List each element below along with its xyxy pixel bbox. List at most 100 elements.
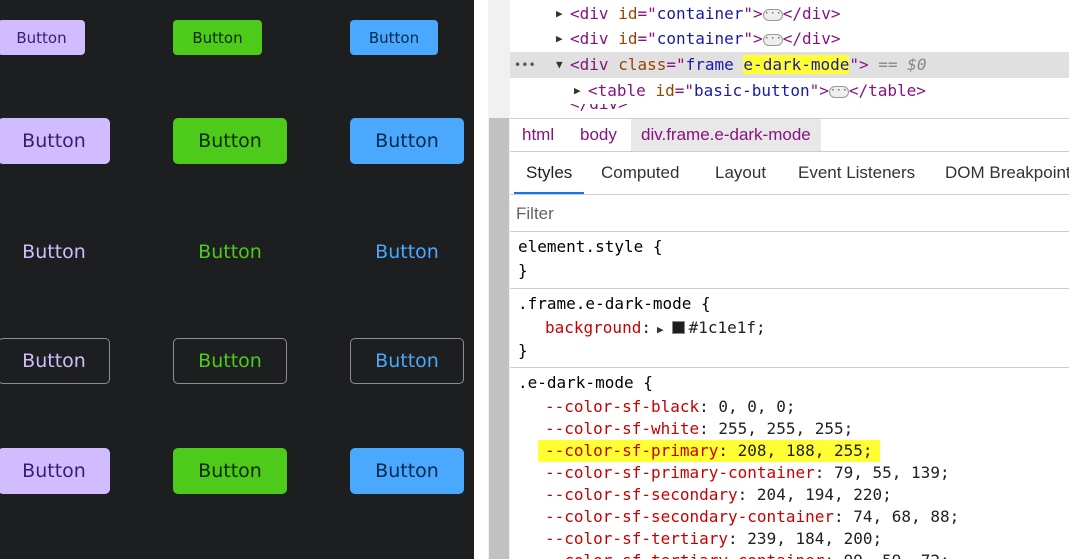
attr-value: container <box>656 29 744 48</box>
declaration-background[interactable]: background: ▶ #1c1e1f; <box>545 317 766 339</box>
more-actions-icon[interactable]: ••• <box>514 52 536 78</box>
end-tag: </table> <box>848 81 926 100</box>
tag-name: div <box>579 4 609 23</box>
preview-button-small[interactable]: Button <box>350 20 438 55</box>
dom-node-container-1[interactable]: ▶ <div id="container">···</div> <box>510 1 1069 27</box>
ellipsis-icon[interactable]: ··· <box>828 85 849 98</box>
expand-triangle-icon[interactable]: ▶ <box>556 1 563 27</box>
breadcrumb-div-frame[interactable]: div.frame.e-dark-mode <box>631 119 821 151</box>
expand-triangle-icon[interactable]: ▶ <box>574 78 581 104</box>
property-value[interactable]: #1c1e1f <box>689 318 756 337</box>
property-value[interactable]: 208, 188, 255 <box>738 441 863 460</box>
color-swatch-icon[interactable] <box>671 321 685 334</box>
tag-close: "> <box>809 81 829 100</box>
filter-bar <box>510 196 1069 232</box>
semicolon: ; <box>949 507 960 526</box>
scrollbar-thumb[interactable] <box>489 118 509 559</box>
end-tag: </div> <box>782 29 841 48</box>
declaration-custom-property[interactable]: --color-sf-secondary-container: 74, 68, … <box>545 506 959 528</box>
attr-name: id <box>618 4 638 23</box>
preview-button-flat[interactable]: Button <box>0 229 110 275</box>
rule-close-brace: } <box>518 261 528 280</box>
declaration-custom-property[interactable]: --color-sf-black: 0, 0, 0; <box>545 396 795 418</box>
tab-dom-breakpoints[interactable]: DOM Breakpoints <box>945 152 1069 194</box>
property-name[interactable]: --color-sf-black <box>545 397 699 416</box>
dom-node-container-2[interactable]: ▶ <div id="container">···</div> <box>510 26 1069 52</box>
semicolon: ; <box>756 318 766 337</box>
preview-button-outline[interactable]: Button <box>350 338 464 384</box>
expand-triangle-icon[interactable]: ▶ <box>657 323 664 336</box>
attr-value: frame <box>685 55 744 74</box>
expand-triangle-icon[interactable]: ▶ <box>556 26 563 52</box>
pane-splitter[interactable] <box>474 0 488 559</box>
preview-button-small[interactable]: Button <box>0 20 85 55</box>
preview-button-big[interactable]: Button <box>350 118 464 164</box>
declaration-custom-property[interactable]: --color-sf-primary-container: 79, 55, 13… <box>545 462 950 484</box>
tag-name: div <box>579 55 609 74</box>
colon: : <box>814 463 834 482</box>
ellipsis-icon[interactable]: ··· <box>762 33 783 46</box>
property-name[interactable]: --color-sf-primary <box>545 441 718 460</box>
property-value[interactable]: 79, 55, 139 <box>834 463 940 482</box>
end-tag: </div> <box>782 4 841 23</box>
button-preview-pane: Button Button Button Button Button Button Butt… <box>0 0 474 559</box>
preview-button-big[interactable]: Button <box>0 118 110 164</box>
collapse-triangle-icon[interactable]: ▼ <box>556 52 563 78</box>
declaration-custom-property[interactable]: --color-sf-primary: 208, 188, 255; <box>538 440 880 462</box>
property-name[interactable]: --color-sf-tertiary <box>545 529 728 548</box>
preview-button-big[interactable]: Button <box>0 448 110 494</box>
colon: : <box>718 441 738 460</box>
tab-layout[interactable]: Layout <box>715 152 766 194</box>
declaration-custom-property[interactable]: --color-sf-tertiary: 239, 184, 200; <box>545 528 882 550</box>
preview-button-flat[interactable]: Button <box>350 229 464 275</box>
property-value[interactable]: 0, 0, 0 <box>718 397 785 416</box>
ellipsis-icon[interactable]: ··· <box>762 8 783 21</box>
semicolon: ; <box>882 485 892 504</box>
rule-selector[interactable]: element.style { <box>518 236 663 258</box>
tab-computed[interactable]: Computed <box>601 152 679 194</box>
rule-close-brace: } <box>518 341 528 360</box>
property-name[interactable]: --color-sf-tertiary-container <box>545 551 824 559</box>
preview-button-outline[interactable]: Button <box>0 338 110 384</box>
tag-open: < <box>570 55 580 74</box>
property-value[interactable]: 255, 255, 255 <box>718 419 843 438</box>
dom-node-closing-div[interactable]: </div> <box>510 104 1069 118</box>
dom-node-frame-selected[interactable]: ••• ▼ <div class="frame e-dark-mode"> ==… <box>510 52 1069 78</box>
breadcrumb-body[interactable]: body <box>580 119 617 151</box>
property-name[interactable]: background <box>545 318 641 337</box>
property-name[interactable]: --color-sf-secondary <box>545 485 738 504</box>
dom-node-table[interactable]: ▶ <table id="basic-button">···</table> <box>510 78 1069 104</box>
semicolon: ; <box>939 463 950 482</box>
declaration-custom-property[interactable]: --color-sf-tertiary-container: 99, 59, 7… <box>545 550 950 559</box>
property-name[interactable]: --color-sf-white <box>545 419 699 438</box>
declaration-custom-property[interactable]: --color-sf-secondary: 204, 194, 220; <box>545 484 892 506</box>
semicolon: ; <box>872 529 883 548</box>
rule-selector[interactable]: .e-dark-mode { <box>518 372 653 394</box>
preview-button-small[interactable]: Button <box>173 20 262 55</box>
tab-styles[interactable]: Styles <box>514 152 585 194</box>
filter-input[interactable] <box>516 200 1056 228</box>
semicolon: ; <box>940 551 950 559</box>
colon: : <box>641 318 651 337</box>
colon: : <box>728 529 748 548</box>
tag-close: "> <box>849 55 869 74</box>
property-value[interactable]: 74, 68, 88 <box>853 507 949 526</box>
tag-name: div <box>579 29 609 48</box>
tag-close: "> <box>743 4 763 23</box>
property-value[interactable]: 204, 194, 220 <box>757 485 882 504</box>
property-value[interactable]: 239, 184, 200 <box>747 529 872 548</box>
preview-button-flat[interactable]: Button <box>173 229 287 275</box>
tab-event-listeners[interactable]: Event Listeners <box>798 152 915 194</box>
declaration-custom-property[interactable]: --color-sf-white: 255, 255, 255; <box>545 418 853 440</box>
property-name[interactable]: --color-sf-secondary-container <box>545 507 834 526</box>
semicolon: ; <box>785 397 796 416</box>
rule-selector[interactable]: .frame.e-dark-mode { <box>518 293 711 315</box>
preview-button-outline[interactable]: Button <box>173 338 287 384</box>
breadcrumb-html[interactable]: html <box>522 119 554 151</box>
preview-button-big[interactable]: Button <box>350 448 464 494</box>
preview-button-big[interactable]: Button <box>173 448 287 494</box>
semicolon: ; <box>843 419 854 438</box>
property-name[interactable]: --color-sf-primary-container <box>545 463 815 482</box>
preview-button-big[interactable]: Button <box>173 118 287 164</box>
property-value[interactable]: 99, 59, 72 <box>844 551 940 559</box>
